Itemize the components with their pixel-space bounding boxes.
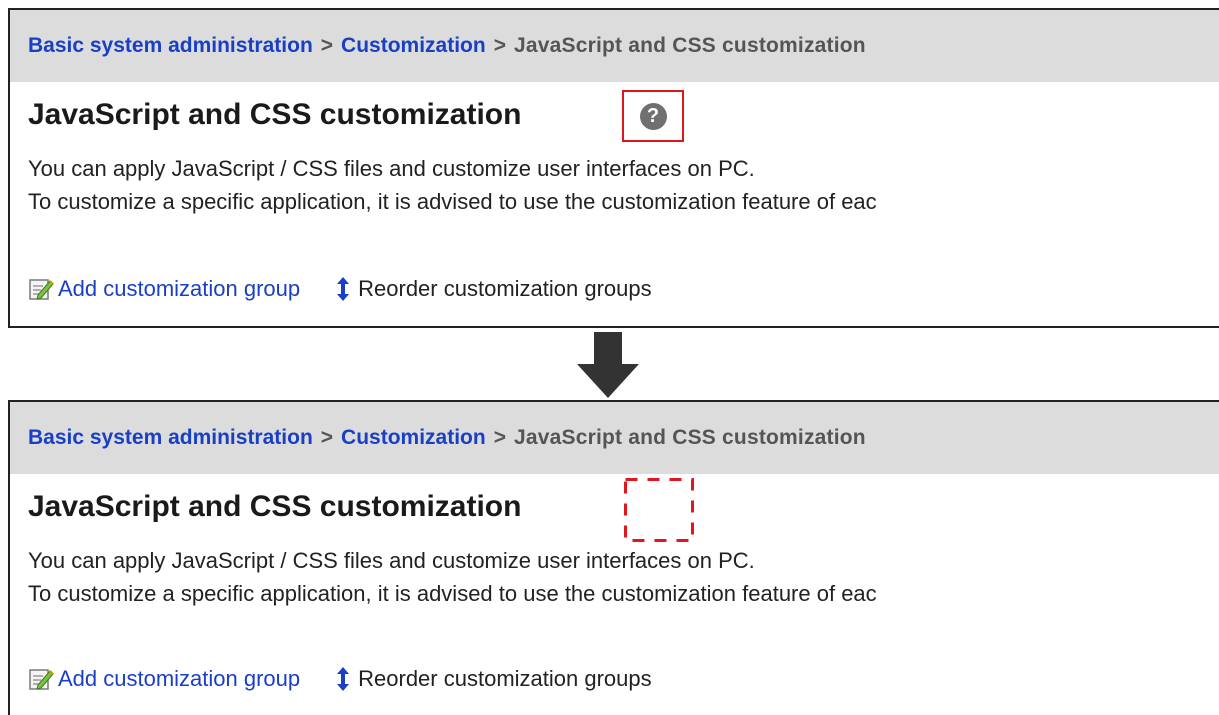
up-down-arrow-icon [332, 666, 354, 692]
breadcrumb-separator: > [320, 426, 334, 449]
breadcrumb-basic-system-administration[interactable]: Basic system administration [28, 34, 313, 58]
screen-after: Basic system administration > Customizat… [8, 400, 1219, 715]
breadcrumb-separator: > [320, 34, 334, 57]
description-line-1: You can apply JavaScript / CSS files and… [28, 548, 755, 573]
reorder-customization-groups-link[interactable]: Reorder customization groups [332, 666, 652, 692]
help-circle-icon[interactable]: ? [639, 102, 667, 130]
breadcrumb-separator: > [493, 34, 506, 57]
description-line-1: You can apply JavaScript / CSS files and… [28, 156, 755, 181]
breadcrumb: Basic system administration > Customizat… [10, 402, 1219, 474]
reorder-customization-groups-link[interactable]: Reorder customization groups [332, 276, 652, 302]
breadcrumb-current: JavaScript and CSS customization [513, 34, 866, 57]
reorder-customization-groups-label: Reorder customization groups [358, 666, 652, 691]
edit-note-icon [28, 667, 54, 691]
up-down-arrow-icon [332, 276, 354, 302]
breadcrumb: Basic system administration > Customizat… [10, 10, 1219, 82]
description: You can apply JavaScript / CSS files and… [10, 544, 1219, 610]
breadcrumb-current: JavaScript and CSS customization [513, 426, 866, 449]
add-customization-group-link[interactable]: Add customization group [28, 276, 300, 302]
description: You can apply JavaScript / CSS files and… [10, 152, 1219, 218]
breadcrumb-customization[interactable]: Customization [341, 426, 486, 450]
arrow-down-icon [577, 332, 639, 398]
reorder-customization-groups-label: Reorder customization groups [358, 276, 652, 301]
page-title: JavaScript and CSS customization [28, 98, 522, 131]
breadcrumb-basic-system-administration[interactable]: Basic system administration [28, 426, 313, 450]
add-customization-group-link[interactable]: Add customization group [28, 666, 300, 692]
description-line-2: To customize a specific application, it … [28, 189, 877, 214]
help-highlight-box: ? [622, 90, 684, 142]
page-title: JavaScript and CSS customization [28, 490, 522, 523]
action-bar: Add customization group Reorder customiz… [28, 276, 652, 302]
description-line-2: To customize a specific application, it … [28, 581, 877, 606]
removed-help-highlight-box [624, 478, 694, 542]
add-customization-group-label: Add customization group [58, 276, 301, 301]
screen-before: Basic system administration > Customizat… [8, 8, 1219, 328]
add-customization-group-label: Add customization group [58, 666, 301, 691]
title-row: JavaScript and CSS customization ? [10, 82, 1219, 148]
breadcrumb-customization[interactable]: Customization [341, 34, 486, 58]
breadcrumb-separator: > [493, 426, 506, 449]
edit-note-icon [28, 277, 54, 301]
title-row: JavaScript and CSS customization [10, 474, 1219, 542]
action-bar: Add customization group Reorder customiz… [28, 666, 652, 692]
